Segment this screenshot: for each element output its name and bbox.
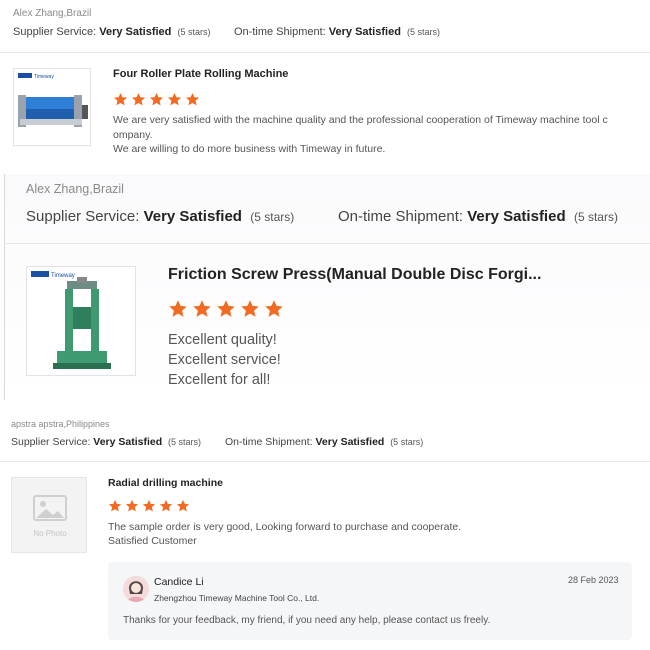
review-comment: Excellent quality! Excellent service! Ex… [168, 330, 281, 390]
reply-author-name: Candice Li [154, 576, 204, 588]
supplier-service-stars: (5 stars) [177, 27, 211, 37]
no-photo-label: No Photo [33, 529, 67, 538]
shipment-label: On-time Shipment: [234, 26, 326, 38]
reply-company: Zhengzhou Timeway Machine Tool Co., Ltd. [154, 593, 320, 603]
shipment-label: On-time Shipment: [225, 436, 313, 448]
product-title[interactable]: Friction Screw Press(Manual Double Disc … [168, 266, 628, 284]
product-title[interactable]: Radial drilling machine [108, 477, 608, 489]
comment-line: We are willing to do more business with … [113, 143, 386, 155]
reviewer-name: apstra apstra,Philippines [11, 419, 110, 429]
star-icon [241, 300, 259, 317]
star-icon [142, 499, 156, 512]
product-title[interactable]: Four Roller Plate Rolling Machine [113, 68, 613, 80]
product-thumbnail[interactable]: Timeway [13, 68, 91, 146]
rating-stars [168, 299, 288, 319]
screw-press-image: Timeway [27, 267, 135, 375]
supplier-service-label: Supplier Service: [26, 208, 140, 225]
supplier-service-stars: (5 stars) [250, 210, 295, 224]
shipment-stars: (5 stars) [390, 437, 424, 447]
supplier-service-value: Very Satisfied [93, 436, 163, 448]
divider [4, 243, 650, 244]
product-thumbnail[interactable]: Timeway [26, 266, 136, 376]
supplier-service-value: Very Satisfied [99, 26, 172, 38]
thumb-brand: Timeway [34, 74, 54, 80]
shipment-rating: On-time Shipment: Very Satisfied (5 star… [225, 436, 423, 448]
comment-line: The sample order is very good, Looking f… [108, 521, 462, 533]
comment-line: Excellent quality! [168, 332, 277, 348]
star-icon [185, 92, 200, 106]
rating-stars [108, 499, 193, 513]
comment-line: Satisfied Customer [108, 535, 197, 547]
thumb-brand: Timeway [51, 273, 75, 279]
reply-date: 28 Feb 2023 [568, 575, 619, 585]
shipment-value: Very Satisfied [328, 26, 401, 38]
comment-line: We are very satisfied with the machine q… [113, 114, 608, 126]
comment-line: Excellent service! [168, 352, 281, 368]
supplier-service-rating: Supplier Service: Very Satisfied (5 star… [11, 436, 201, 448]
star-icon [125, 499, 139, 512]
shipment-label: On-time Shipment: [338, 208, 464, 225]
star-icon [149, 92, 164, 106]
avatar [123, 576, 149, 602]
supplier-service-label: Supplier Service: [11, 436, 91, 448]
star-icon [108, 499, 122, 512]
star-icon [176, 499, 190, 512]
no-photo-placeholder: No Photo [11, 477, 87, 553]
star-icon [113, 92, 128, 106]
reviewer-name: Alex Zhang,Brazil [13, 8, 92, 19]
star-icon [159, 499, 173, 512]
star-icon [217, 300, 235, 317]
shipment-rating: On-time Shipment: Very Satisfied (5 star… [338, 208, 618, 225]
supplier-service-rating: Supplier Service: Very Satisfied (5 star… [13, 26, 211, 38]
comment-line: Excellent for all! [168, 372, 271, 388]
review-comment: The sample order is very good, Looking f… [108, 520, 461, 548]
shipment-stars: (5 stars) [573, 210, 618, 224]
image-placeholder-icon: No Photo [33, 495, 67, 538]
divider [0, 461, 650, 462]
reviewer-name: Alex Zhang,Brazil [26, 182, 124, 196]
review-comment: We are very satisfied with the machine q… [113, 113, 608, 157]
shipment-value: Very Satisfied [315, 436, 385, 448]
star-icon [169, 300, 187, 317]
star-icon [193, 300, 211, 317]
supplier-service-rating: Supplier Service: Very Satisfied (5 star… [26, 208, 294, 225]
reply-message: Thanks for your feedback, my friend, if … [123, 615, 491, 626]
shipment-value: Very Satisfied [467, 208, 566, 225]
shipment-stars: (5 stars) [407, 27, 441, 37]
star-icon [131, 92, 146, 106]
divider [0, 52, 650, 53]
star-icon [167, 92, 182, 106]
plate-rolling-machine-image: Timeway [14, 69, 90, 145]
supplier-service-stars: (5 stars) [168, 437, 202, 447]
shipment-rating: On-time Shipment: Very Satisfied (5 star… [234, 26, 440, 38]
star-icon [265, 300, 283, 317]
avatar-image [123, 576, 149, 602]
supplier-service-label: Supplier Service: [13, 26, 97, 38]
rating-stars [113, 92, 203, 107]
comment-line: ompany. [113, 128, 153, 141]
supplier-service-value: Very Satisfied [143, 208, 242, 225]
